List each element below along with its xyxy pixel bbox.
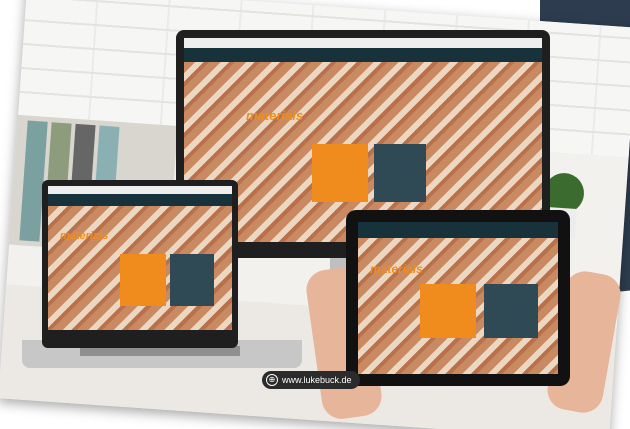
site-logo: materials <box>60 230 109 242</box>
site-navigation-bar <box>48 194 232 206</box>
website-url: www.lukebuck.de <box>282 375 352 385</box>
browser-toolbar <box>48 186 232 194</box>
orange-tile <box>312 144 368 202</box>
dark-tile <box>374 144 426 202</box>
site-logo: materials <box>246 108 304 123</box>
laptop: materials <box>42 180 238 348</box>
browser-toolbar <box>184 38 542 48</box>
photo-stage: materials materials materials ⊕ www.luke… <box>0 0 630 429</box>
dark-tile <box>170 254 214 306</box>
dark-tile <box>484 284 538 338</box>
orange-tile <box>120 254 166 306</box>
tablet: materials <box>346 210 570 386</box>
site-logo: materials <box>370 262 423 276</box>
tablet-screen: materials <box>358 222 558 374</box>
website-url-badge: ⊕ www.lukebuck.de <box>262 371 360 389</box>
site-navigation-bar <box>184 48 542 62</box>
laptop-screen: materials <box>48 186 232 330</box>
orange-tile <box>420 284 476 338</box>
site-navigation-bar <box>358 222 558 238</box>
globe-icon: ⊕ <box>266 374 278 386</box>
